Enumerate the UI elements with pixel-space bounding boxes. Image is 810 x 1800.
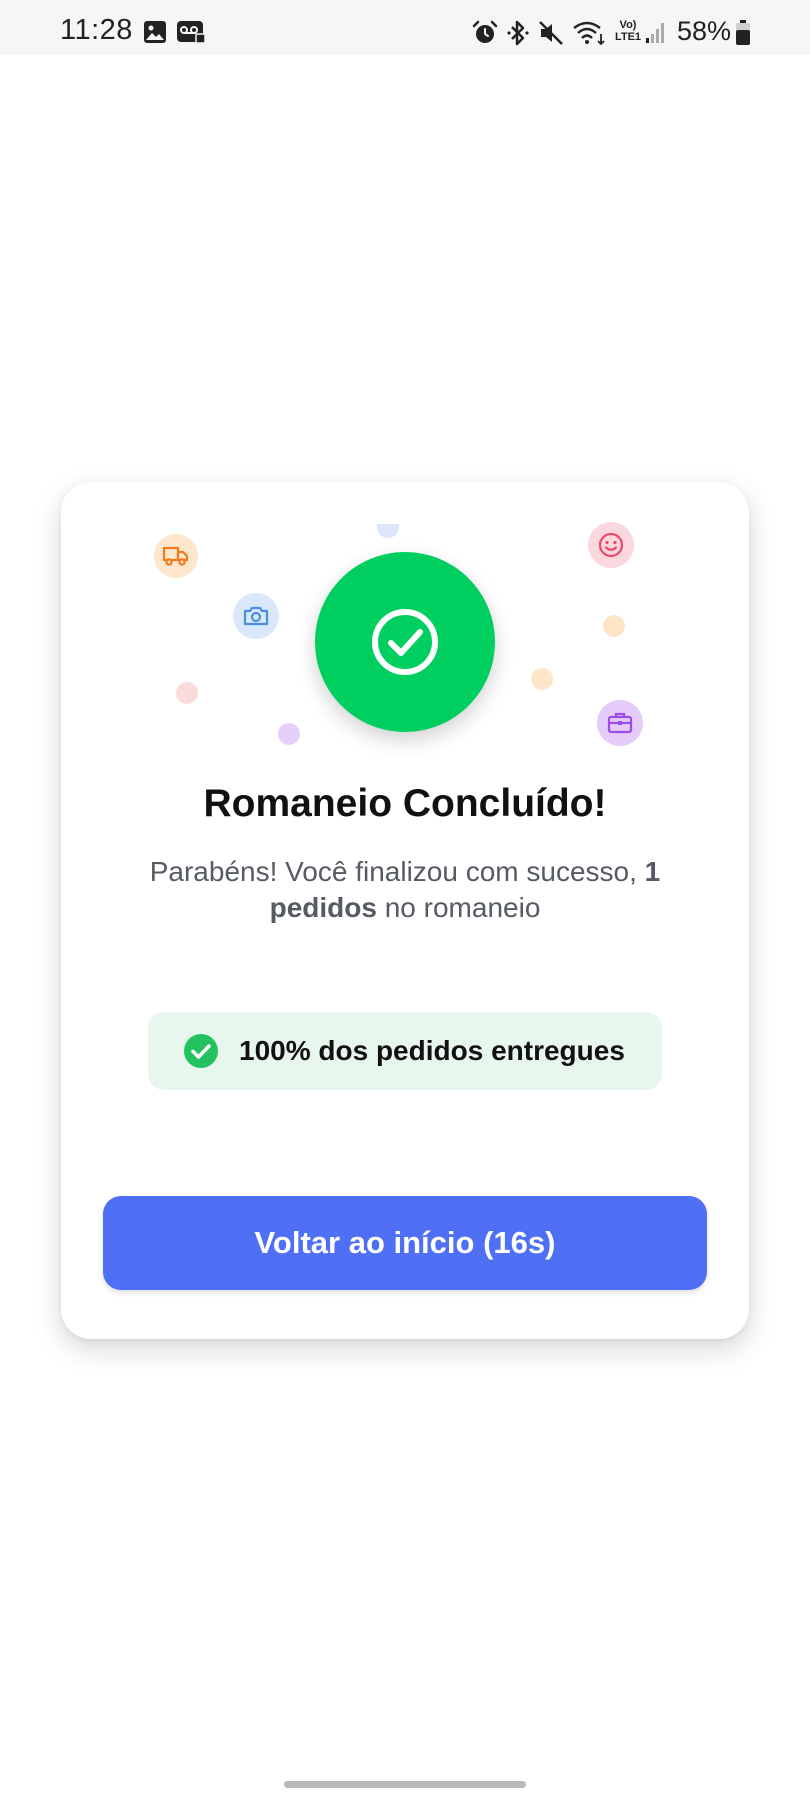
completion-card: Romaneio Concluído! Parabéns! Você final… <box>61 482 749 1339</box>
message-suffix: no romaneio <box>376 892 541 923</box>
status-time: 11:28 <box>60 14 133 46</box>
delivery-status-badge: 100% dos pedidos entregues <box>148 1012 662 1090</box>
mute-icon <box>539 21 563 45</box>
status-bar: 11:28 Vo) LTE1 58% <box>0 0 810 55</box>
delivery-status-text: 100% dos pedidos entregues <box>239 1035 625 1066</box>
completion-title: Romaneio Concluído! <box>203 782 607 825</box>
success-screen: 11:28 Vo) LTE1 58% Romaneio Concluído! P… <box>0 0 810 1800</box>
network-type-label: Vo) LTE1 <box>613 19 643 43</box>
alarm-icon <box>472 20 498 43</box>
smiley-icon <box>588 522 634 568</box>
network-label-top: Vo) <box>619 19 637 31</box>
network-label-bottom: LTE1 <box>614 31 642 43</box>
home-indicator[interactable] <box>284 1781 526 1788</box>
message-prefix: Parabéns! Você finalizou com sucesso, <box>149 856 645 887</box>
completion-message: Parabéns! Você finalizou com sucesso, 1 … <box>121 854 689 926</box>
decor-dot-purple <box>278 723 300 745</box>
decor-dot-peach-right <box>603 615 625 637</box>
check-icon <box>372 609 438 675</box>
camera-icon <box>233 593 279 639</box>
decor-dot-peach <box>531 668 553 690</box>
battery-percent: 58% <box>677 16 732 46</box>
bluetooth-icon <box>507 20 529 46</box>
decor-dot-blue <box>377 524 399 538</box>
battery-icon <box>736 20 750 45</box>
briefcase-icon <box>597 700 643 746</box>
back-to-home-button[interactable]: Voltar ao início (16s) <box>103 1196 707 1290</box>
gallery-icon <box>144 21 166 43</box>
decor-dot-pink <box>176 682 198 704</box>
truck-icon <box>154 534 198 578</box>
voicemail-icon <box>177 21 206 44</box>
wifi-icon <box>573 21 605 46</box>
check-circle-icon <box>184 1034 218 1068</box>
success-check-circle <box>315 552 495 732</box>
signal-icon <box>646 23 664 43</box>
